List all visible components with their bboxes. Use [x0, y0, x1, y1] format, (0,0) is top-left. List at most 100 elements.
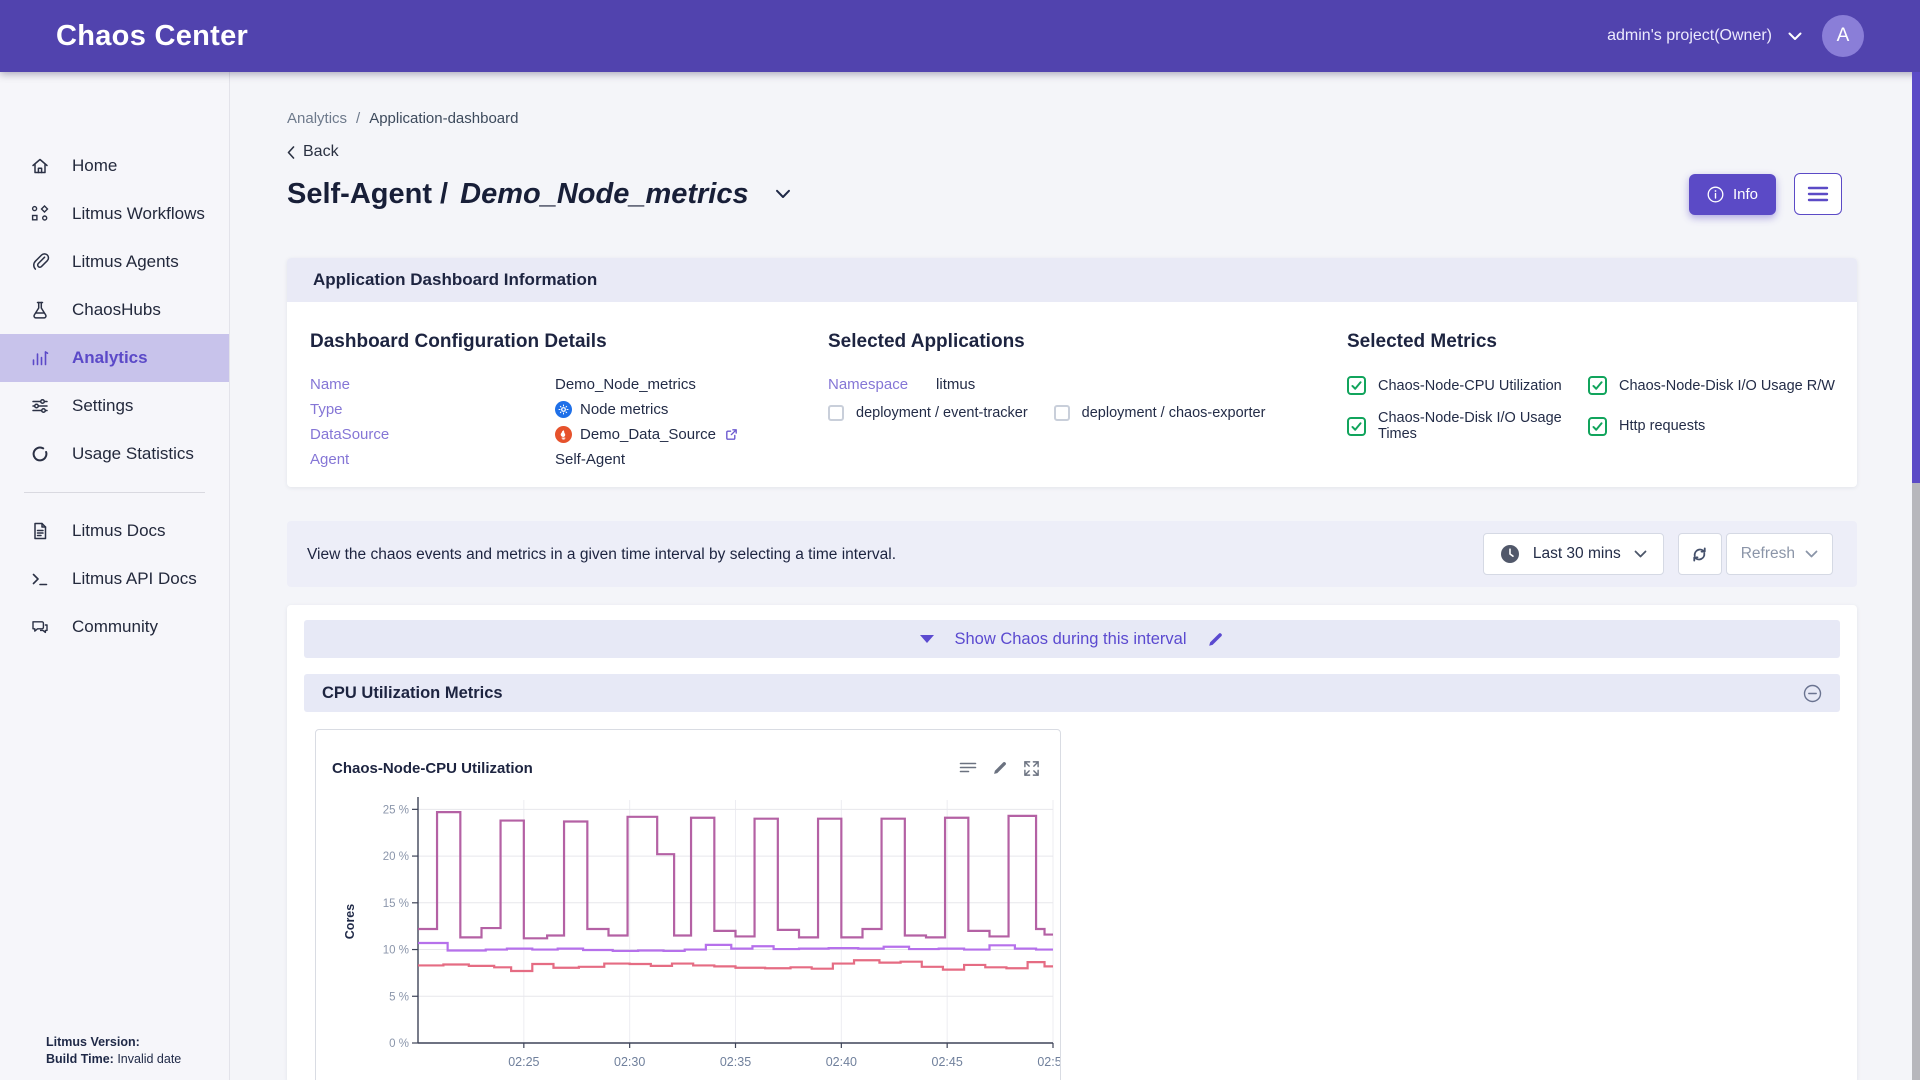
chevron-down-icon [1805, 550, 1818, 558]
application-checkbox-event-tracker[interactable]: deployment / event-tracker [828, 405, 1028, 421]
dashboard-info-panel-title: Application Dashboard Information [287, 258, 1857, 302]
selected-metrics-column: Selected Metrics Chaos-Node-CPU Utilizat… [1347, 330, 1857, 472]
checkbox-checked-icon [1588, 417, 1607, 436]
application-checkbox-chaos-exporter[interactable]: deployment / chaos-exporter [1054, 405, 1266, 421]
checkbox-checked-icon [1588, 376, 1607, 395]
metric-checkbox-disk-io-times[interactable]: Chaos-Node-Disk I/O Usage Times [1347, 410, 1588, 442]
breadcrumb-current[interactable]: Application-dashboard [369, 110, 518, 127]
refresh-interval-label: Refresh [1741, 545, 1795, 563]
refresh-now-button[interactable] [1678, 533, 1722, 575]
community-icon [30, 616, 52, 638]
metric-checkbox-cpu-utilization[interactable]: Chaos-Node-CPU Utilization [1347, 376, 1588, 395]
show-chaos-toggle[interactable]: Show Chaos during this interval [304, 620, 1840, 658]
svg-text:02:30: 02:30 [614, 1055, 645, 1069]
config-value: Self-Agent [555, 451, 625, 468]
config-details-title: Dashboard Configuration Details [310, 330, 828, 354]
project-selector[interactable]: admin's project(Owner) [1607, 27, 1802, 45]
time-interval-description: View the chaos events and metrics in a g… [307, 545, 907, 564]
analytics-icon [30, 347, 52, 369]
checkbox-unchecked-icon [1054, 405, 1070, 421]
sidebar-item-label: Settings [72, 396, 133, 416]
hamburger-icon [1807, 186, 1829, 202]
info-label: Info [1733, 186, 1758, 203]
svg-text:02:45: 02:45 [932, 1055, 963, 1069]
dashboard-name: Demo_Node_metrics [460, 178, 749, 211]
chevron-left-icon [287, 146, 295, 159]
chart-menu-icon[interactable] [959, 760, 977, 777]
back-button[interactable]: Back [287, 143, 1857, 161]
sidebar-item-label: Litmus Workflows [72, 204, 205, 224]
breadcrumb-analytics[interactable]: Analytics [287, 110, 347, 127]
cpu-chart-card: Chaos-Node-CPU Utilization 0 %5 %10 %15 … [315, 729, 1061, 1080]
sidebar-item-usage-statistics[interactable]: Usage Statistics [0, 430, 229, 478]
build-time-label: Build Time: [46, 1052, 114, 1066]
dashboard-info-panel-body: Dashboard Configuration Details Name Dem… [287, 302, 1857, 487]
config-label: Name [310, 376, 555, 393]
avatar[interactable]: A [1822, 15, 1864, 57]
sidebar-item-label: Home [72, 156, 117, 176]
docs-icon [30, 520, 52, 542]
breadcrumb: Analytics / Application-dashboard [287, 110, 1857, 127]
scrollbar-thumb[interactable] [1912, 72, 1920, 483]
chart-expand-icon[interactable] [1023, 760, 1040, 777]
config-label: Type [310, 401, 555, 418]
sidebar-item-analytics[interactable]: Analytics [0, 334, 229, 382]
refresh-interval-dropdown[interactable]: Refresh [1726, 533, 1833, 575]
external-link-icon[interactable] [724, 427, 739, 442]
time-range-dropdown[interactable]: Last 30 mins [1483, 533, 1664, 575]
config-row-agent: Agent Self-Agent [310, 447, 828, 472]
sidebar-item-label: Litmus API Docs [72, 569, 197, 589]
selected-applications-title: Selected Applications [828, 330, 1347, 354]
sidebar-item-litmus-api-docs[interactable]: Litmus API Docs [0, 555, 229, 603]
config-value: Demo_Node_metrics [555, 376, 696, 393]
chart-toolbar [959, 760, 1040, 777]
config-label: Agent [310, 451, 555, 468]
metrics-card: Show Chaos during this interval CPU Util… [287, 605, 1857, 1080]
chart-title: Chaos-Node-CPU Utilization [332, 760, 533, 777]
api-docs-icon [30, 568, 52, 590]
sidebar-item-label: ChaosHubs [72, 300, 161, 320]
svg-text:15 %: 15 % [383, 898, 409, 910]
collapse-section-icon[interactable] [1803, 684, 1822, 703]
time-interval-panel: View the chaos events and metrics in a g… [287, 521, 1857, 587]
chevron-down-icon [1634, 550, 1647, 558]
svg-text:Cores: Cores [343, 904, 357, 939]
sidebar-item-litmus-docs[interactable]: Litmus Docs [0, 507, 229, 555]
page-title: Self-Agent / Demo_Node_metrics [287, 178, 749, 211]
metric-checkbox-http-requests[interactable]: Http requests [1588, 410, 1857, 442]
config-value: Demo_Data_Source [555, 426, 739, 443]
namespace-label: Namespace [828, 376, 908, 393]
sidebar-item-community[interactable]: Community [0, 603, 229, 651]
home-icon [30, 155, 52, 177]
chaoshubs-icon [30, 299, 52, 321]
metric-checkbox-disk-io-rw[interactable]: Chaos-Node-Disk I/O Usage R/W [1588, 376, 1857, 395]
config-value: Node metrics [555, 401, 668, 418]
dashboard-menu-button[interactable] [1794, 173, 1842, 215]
sidebar-item-litmus-workflows[interactable]: Litmus Workflows [0, 190, 229, 238]
cpu-utilization-chart: 0 %5 %10 %15 %20 %25 %02:2502:3002:3502:… [332, 785, 1061, 1080]
sidebar-item-home[interactable]: Home [0, 142, 229, 190]
chart-edit-pencil-icon[interactable] [992, 760, 1008, 777]
sidebar-item-chaoshubs[interactable]: ChaosHubs [0, 286, 229, 334]
config-row-name: Name Demo_Node_metrics [310, 372, 828, 397]
sidebar-item-litmus-agents[interactable]: Litmus Agents [0, 238, 229, 286]
svg-text:02:35: 02:35 [720, 1055, 751, 1069]
sidebar: Home Litmus Workflows Litmus Agents Chao… [0, 72, 230, 1080]
config-row-type: Type Node metrics [310, 397, 828, 422]
dashboard-switcher-caret[interactable] [775, 189, 791, 199]
svg-text:20 %: 20 % [383, 851, 409, 863]
selected-metrics-title: Selected Metrics [1347, 330, 1857, 354]
sidebar-item-settings[interactable]: Settings [0, 382, 229, 430]
sidebar-item-label: Analytics [72, 348, 148, 368]
clock-icon [1500, 544, 1520, 564]
settings-icon [30, 395, 52, 417]
edit-pencil-icon[interactable] [1207, 631, 1224, 648]
page-scrollbar[interactable] [1912, 72, 1920, 1080]
checkbox-checked-icon [1347, 376, 1366, 395]
brand-title: Chaos Center [56, 20, 248, 53]
chevron-down-icon [1788, 32, 1802, 41]
info-button[interactable]: Info [1689, 174, 1776, 215]
title-row: Self-Agent / Demo_Node_metrics Info [287, 173, 1857, 215]
workflows-icon [30, 203, 52, 225]
checkbox-unchecked-icon [828, 405, 844, 421]
